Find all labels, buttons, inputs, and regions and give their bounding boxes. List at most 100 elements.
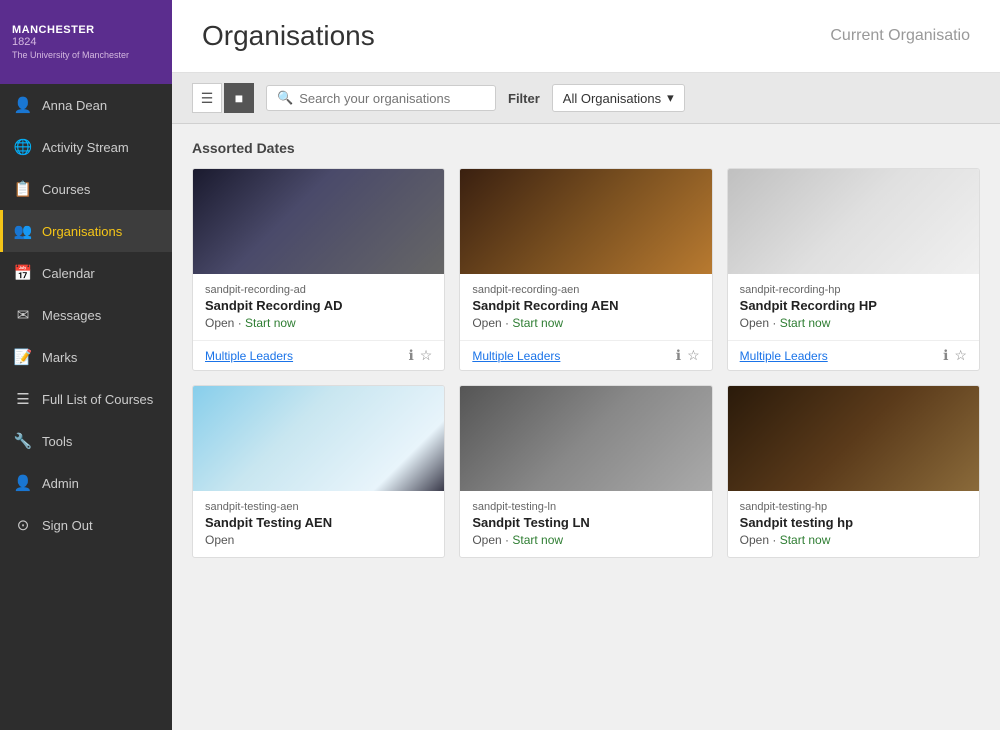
card-body: sandpit-testing-hp Sandpit testing hp Op… [728,491,979,557]
sidebar-item-user[interactable]: 👤 Anna Dean [0,84,172,126]
card-body: sandpit-testing-aen Sandpit Testing AEN … [193,491,444,557]
start-now-link[interactable]: Start now [780,533,831,547]
info-icon[interactable]: ℹ [408,347,413,364]
image-overlay [193,169,444,274]
cards-grid: sandpit-recording-ad Sandpit Recording A… [192,168,980,558]
sidebar-item-activity[interactable]: 🌐 Activity Stream [0,126,172,168]
sidebar-courses-label: Courses [42,182,90,197]
chevron-down-icon: ▾ [667,90,674,106]
logo-manchester-text: MANCHESTER [12,24,160,36]
organisations-icon: 👥 [14,222,32,240]
content-area: Assorted Dates sandpit-recording-ad Sand… [172,124,1000,730]
image-overlay [728,386,979,491]
star-icon[interactable]: ☆ [954,347,967,364]
card-actions: ℹ ☆ [408,347,432,364]
card-code: sandpit-testing-hp [740,501,967,513]
card-sandpit-recording-hp[interactable]: sandpit-recording-hp Sandpit Recording H… [727,168,980,371]
card-image-sandpit-testing-ln [460,386,711,491]
card-sandpit-testing-aen[interactable]: sandpit-testing-aen Sandpit Testing AEN … [192,385,445,558]
sidebar-admin-label: Admin [42,476,79,491]
card-name: Sandpit Recording AEN [472,298,699,313]
sidebar-user-label: Anna Dean [42,98,107,113]
filter-label: Filter [508,91,540,106]
card-status: Open · Start now [740,316,967,330]
admin-icon: 👤 [14,474,32,492]
calendar-icon: 📅 [14,264,32,282]
star-icon[interactable]: ☆ [420,347,433,364]
sidebar-item-messages[interactable]: ✉ Messages [0,294,172,336]
sidebar-nav: 👤 Anna Dean 🌐 Activity Stream 📋 Courses … [0,84,172,730]
sidebar-messages-label: Messages [42,308,101,323]
image-overlay [728,169,979,274]
grid-view-icon: ■ [235,90,243,106]
list-view-button[interactable]: ☰ [192,83,222,113]
card-sandpit-testing-ln[interactable]: sandpit-testing-ln Sandpit Testing LN Op… [459,385,712,558]
sidebar: MANCHESTER 1824 The University of Manche… [0,0,172,730]
sidebar-calendar-label: Calendar [42,266,95,281]
sidebar-item-marks[interactable]: 📝 Marks [0,336,172,378]
card-code: sandpit-recording-ad [205,284,432,296]
card-sandpit-testing-hp[interactable]: sandpit-testing-hp Sandpit testing hp Op… [727,385,980,558]
sidebar-activity-label: Activity Stream [42,140,129,155]
multiple-leaders-link[interactable]: Multiple Leaders [740,349,828,363]
sidebar-item-admin[interactable]: 👤 Admin [0,462,172,504]
page-title: Organisations [202,20,375,52]
logo-year: 1824 [12,36,160,48]
card-sandpit-recording-aen[interactable]: sandpit-recording-aen Sandpit Recording … [459,168,712,371]
search-input[interactable] [299,91,485,106]
sidebar-tools-label: Tools [42,434,72,449]
sidebar-item-tools[interactable]: 🔧 Tools [0,420,172,462]
sidebar-item-organisations[interactable]: 👥 Organisations [0,210,172,252]
card-actions: ℹ ☆ [676,347,700,364]
star-icon[interactable]: ☆ [687,347,700,364]
start-now-link[interactable]: Start now [780,316,831,330]
messages-icon: ✉ [14,306,32,324]
card-body: sandpit-recording-aen Sandpit Recording … [460,274,711,340]
card-code: sandpit-testing-ln [472,501,699,513]
multiple-leaders-link[interactable]: Multiple Leaders [472,349,560,363]
card-image-sandpit-testing-aen [193,386,444,491]
signout-icon: ⊙ [14,516,32,534]
card-status: Open · Start now [740,533,967,547]
card-status: Open · Start now [472,316,699,330]
sidebar-fulllist-label: Full List of Courses [42,392,153,407]
search-box: 🔍 [266,85,496,111]
card-status: Open · Start now [205,316,432,330]
sidebar-item-calendar[interactable]: 📅 Calendar [0,252,172,294]
image-overlay [193,386,444,491]
university-logo: MANCHESTER 1824 The University of Manche… [0,0,172,84]
start-now-link[interactable]: Start now [245,316,296,330]
card-image-sandpit-recording-aen [460,169,711,274]
card-status: Open · Start now [472,533,699,547]
card-footer: Multiple Leaders ℹ ☆ [193,340,444,370]
card-image-sandpit-recording-hp [728,169,979,274]
marks-icon: 📝 [14,348,32,366]
card-body: sandpit-recording-ad Sandpit Recording A… [193,274,444,340]
search-icon: 🔍 [277,90,293,106]
card-footer: Multiple Leaders ℹ ☆ [460,340,711,370]
filter-dropdown[interactable]: All Organisations ▾ [552,84,685,112]
card-body: sandpit-testing-ln Sandpit Testing LN Op… [460,491,711,557]
start-now-link[interactable]: Start now [512,316,563,330]
grid-view-button[interactable]: ■ [224,83,254,113]
sidebar-item-fulllist[interactable]: ☰ Full List of Courses [0,378,172,420]
start-now-link[interactable]: Start now [512,533,563,547]
sidebar-item-courses[interactable]: 📋 Courses [0,168,172,210]
filter-value: All Organisations [563,91,661,106]
card-sandpit-recording-ad[interactable]: sandpit-recording-ad Sandpit Recording A… [192,168,445,371]
card-image-sandpit-recording-ad [193,169,444,274]
card-status: Open [205,533,432,547]
multiple-leaders-link[interactable]: Multiple Leaders [205,349,293,363]
card-code: sandpit-recording-hp [740,284,967,296]
sidebar-signout-label: Sign Out [42,518,93,533]
user-icon: 👤 [14,96,32,114]
info-icon[interactable]: ℹ [943,347,948,364]
sidebar-item-signout[interactable]: ⊙ Sign Out [0,504,172,546]
card-code: sandpit-testing-aen [205,501,432,513]
card-name: Sandpit Recording AD [205,298,432,313]
main-content: Organisations Current Organisatio ☰ ■ 🔍 … [172,0,1000,730]
sidebar-marks-label: Marks [42,350,77,365]
view-toggle: ☰ ■ [192,83,254,113]
info-icon[interactable]: ℹ [676,347,681,364]
card-code: sandpit-recording-aen [472,284,699,296]
